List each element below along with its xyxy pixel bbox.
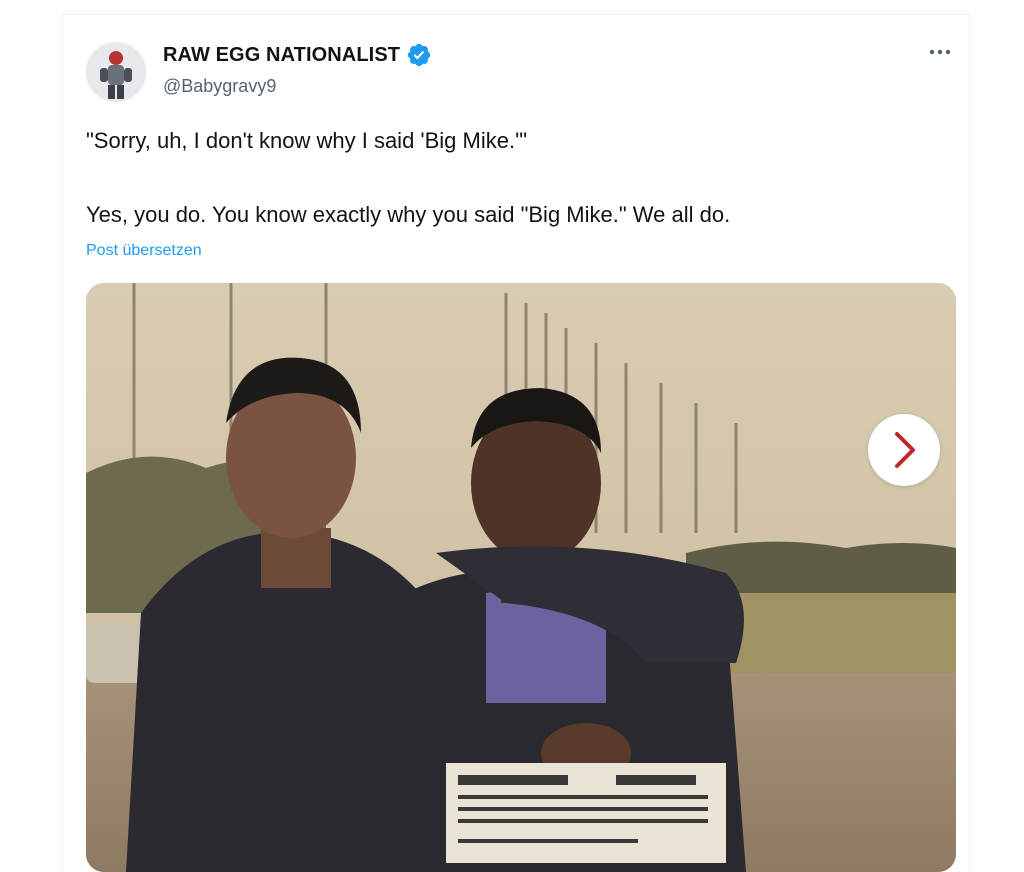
verified-badge-icon bbox=[407, 43, 431, 67]
next-photo-button[interactable] bbox=[868, 414, 940, 486]
avatar[interactable] bbox=[86, 42, 146, 102]
translate-link[interactable]: Post übersetzen bbox=[86, 242, 202, 260]
author-handle[interactable]: @Babygravy9 bbox=[163, 76, 276, 97]
tweet-media-photo[interactable] bbox=[86, 283, 956, 872]
tweet-text-line-2: Yes, you do. You know exactly why you sa… bbox=[86, 202, 731, 227]
more-horizontal-icon[interactable] bbox=[926, 42, 954, 62]
page: RAW EGG NATIONALIST @Babygravy9 "Sorry, … bbox=[0, 0, 1024, 872]
avatar-image bbox=[86, 42, 146, 102]
author-name[interactable]: RAW EGG NATIONALIST bbox=[163, 44, 400, 67]
chevron-right-icon bbox=[895, 432, 915, 468]
tweet-text-line-1: "Sorry, uh, I don't know why I said 'Big… bbox=[86, 128, 528, 153]
author-name-row[interactable]: RAW EGG NATIONALIST bbox=[163, 42, 432, 68]
photo-image bbox=[86, 283, 956, 872]
